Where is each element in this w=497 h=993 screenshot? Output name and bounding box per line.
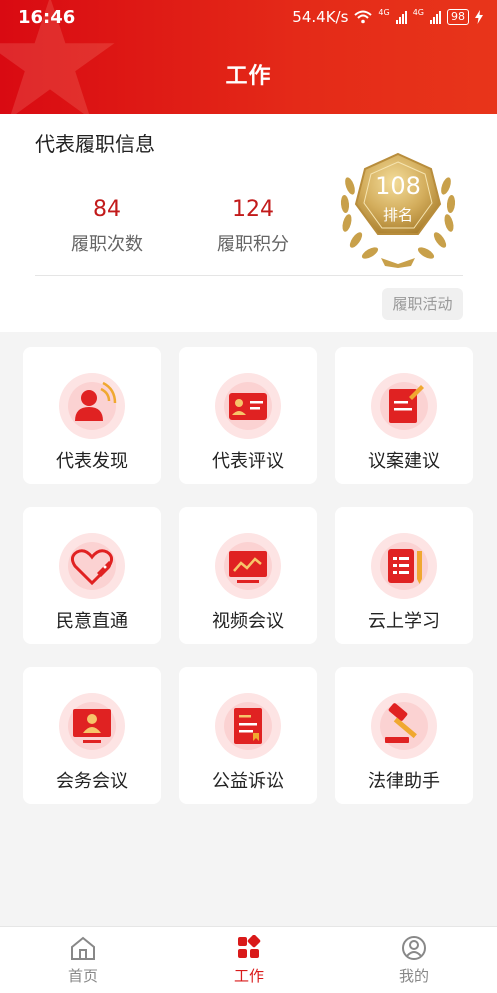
tile-video-meeting[interactable]: 视频会议 bbox=[179, 507, 317, 644]
tile-label: 法律助手 bbox=[368, 771, 440, 792]
signal2-label: 4G bbox=[412, 7, 424, 17]
stat-duty-points[interactable]: 124 履职积分 bbox=[193, 197, 313, 256]
rank-value: 108 bbox=[375, 172, 421, 200]
monitor-chart-icon bbox=[215, 533, 281, 599]
tile-label: 云上学习 bbox=[368, 611, 440, 632]
nav-label: 我的 bbox=[398, 967, 429, 985]
tile-legal-assistant[interactable]: 法律助手 bbox=[335, 667, 473, 804]
law-book-icon bbox=[215, 693, 281, 759]
tile-label: 代表发现 bbox=[56, 451, 128, 472]
rank-label: 排名 bbox=[382, 206, 413, 224]
status-bar: 16:46 54.4K/s 4G 4G 98 bbox=[0, 0, 497, 34]
signal1-label: 4G bbox=[378, 7, 390, 17]
tile-label: 议案建议 bbox=[368, 451, 440, 472]
charging-icon bbox=[475, 10, 483, 24]
tile-cloud-learning[interactable]: 云上学习 bbox=[335, 507, 473, 644]
nav-label: 首页 bbox=[67, 967, 98, 985]
stat-duty-count[interactable]: 84 履职次数 bbox=[47, 197, 167, 256]
heart-tag-icon bbox=[59, 533, 125, 599]
duty-info-card: 代表履职信息 84 履职次数 124 履职积分 108 排名 履职活动 bbox=[0, 114, 497, 332]
tile-public-opinion[interactable]: 民意直通 bbox=[23, 507, 161, 644]
signal-strength-icon bbox=[430, 10, 441, 24]
status-time: 16:46 bbox=[18, 7, 76, 28]
tile-label: 代表评议 bbox=[212, 451, 284, 472]
signal-strength-icon bbox=[395, 10, 407, 24]
nav-mine[interactable]: 我的 bbox=[369, 935, 459, 986]
document-edit-icon bbox=[371, 373, 437, 439]
stat-label: 履职次数 bbox=[71, 234, 143, 255]
network-speed: 54.4K/s bbox=[292, 8, 349, 26]
nav-home[interactable]: 首页 bbox=[38, 935, 128, 986]
wifi-icon bbox=[354, 10, 373, 24]
tile-public-interest-litigation[interactable]: 公益诉讼 bbox=[179, 667, 317, 804]
work-grid-icon bbox=[238, 935, 261, 958]
person-broadcast-icon bbox=[59, 373, 125, 439]
stat-value: 124 bbox=[232, 197, 274, 222]
nav-work[interactable]: 工作 bbox=[204, 935, 294, 986]
home-icon bbox=[71, 936, 95, 960]
id-card-icon bbox=[215, 373, 281, 439]
tile-label: 视频会议 bbox=[212, 611, 284, 632]
tile-motion-suggestion[interactable]: 议案建议 bbox=[335, 347, 473, 484]
tile-label: 公益诉讼 bbox=[212, 771, 284, 792]
app-header: 16:46 54.4K/s 4G 4G 98 工作 bbox=[0, 0, 497, 114]
divider bbox=[35, 275, 463, 276]
tile-representative-discovery[interactable]: 代表发现 bbox=[23, 347, 161, 484]
duty-activity-button[interactable]: 履职活动 bbox=[382, 288, 463, 320]
stat-value: 84 bbox=[93, 197, 121, 222]
battery-icon: 98 bbox=[447, 9, 469, 25]
notebook-pen-icon bbox=[371, 533, 437, 599]
bottom-nav: 首页 工作 我的 bbox=[0, 926, 497, 993]
presenter-screen-icon bbox=[59, 693, 125, 759]
stat-label: 履职积分 bbox=[217, 234, 289, 255]
info-card-title: 代表履职信息 bbox=[35, 132, 155, 156]
page-title: 工作 bbox=[225, 64, 272, 89]
user-icon bbox=[402, 936, 426, 960]
tile-label: 会务会议 bbox=[56, 771, 128, 792]
tile-label: 民意直通 bbox=[56, 611, 128, 632]
tile-conference-affairs[interactable]: 会务会议 bbox=[23, 667, 161, 804]
nav-label: 工作 bbox=[233, 967, 264, 985]
tile-representative-review[interactable]: 代表评议 bbox=[179, 347, 317, 484]
gavel-icon bbox=[371, 693, 437, 759]
